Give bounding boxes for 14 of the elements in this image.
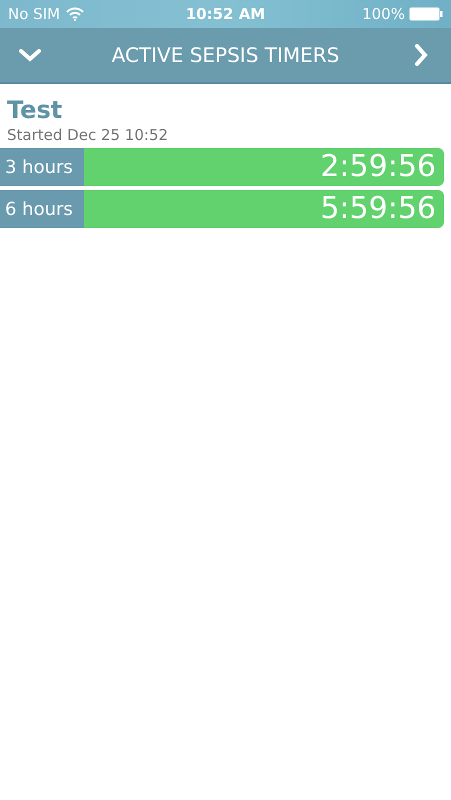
chevron-right-icon (414, 43, 428, 67)
patient-name: Test (7, 96, 64, 124)
started-text: Started Dec 25 10:52 (7, 125, 170, 146)
countdown-text: 5:59:56 (320, 194, 436, 224)
countdown-text: 2:59:56 (320, 152, 436, 182)
timer-label: 3 hours (0, 148, 84, 186)
nav-title: ACTIVE SEPSIS TIMERS (112, 42, 340, 69)
wifi-icon (66, 7, 84, 21)
battery-text: 100% (362, 4, 405, 25)
timer-label: 6 hours (0, 190, 84, 228)
clock-text: 10:52 AM (186, 4, 266, 25)
chevron-down-icon (18, 48, 42, 62)
battery-icon (408, 7, 443, 21)
carrier-text: No SIM (8, 4, 60, 25)
